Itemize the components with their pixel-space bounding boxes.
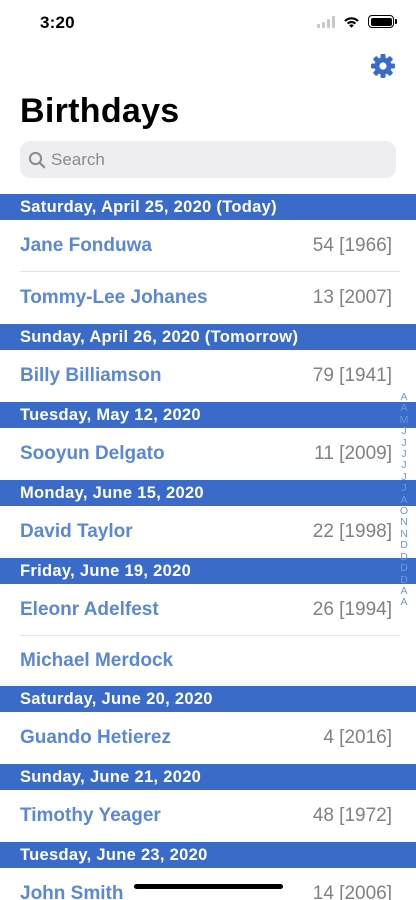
person-age: 48 [1972] [312,805,392,826]
list-item[interactable]: Eleonr Adelfest 26 [1994] [0,584,416,636]
person-age: 54 [1966] [312,235,392,256]
list-item[interactable]: Sooyun Delgato 11 [2009] [0,428,416,480]
person-age: 11 [2009] [314,443,392,464]
section-header: Saturday, June 20, 2020 [0,686,416,712]
list-item[interactable]: Jane Fonduwa 54 [1966] [0,220,416,272]
section-header: Friday, June 19, 2020 [0,558,416,584]
wifi-icon [344,16,359,28]
list-item[interactable]: Billy Billiamson 79 [1941] [0,350,416,402]
section-header: Saturday, April 25, 2020 (Today) [0,194,416,220]
person-age: 14 [2006] [312,883,392,900]
search-bar[interactable] [20,141,396,178]
gear-icon [371,54,395,78]
index-letter[interactable]: J [401,482,406,494]
list-item[interactable]: Timothy Yeager 48 [1972] [0,790,416,842]
battery-icon [368,15,397,28]
list-item[interactable]: Michael Merdock [0,636,416,686]
person-name: Billy Billiamson [20,365,162,386]
section-header: Tuesday, May 12, 2020 [0,402,416,428]
index-letter[interactable]: J [401,425,406,437]
index-letter[interactable]: A [400,596,407,608]
status-bar: 3:20 [0,0,416,46]
status-time: 3:20 [40,13,75,32]
home-indicator [134,884,283,889]
settings-button[interactable] [370,53,396,79]
person-age: 13 [2007] [312,287,392,308]
section-header: Sunday, April 26, 2020 (Tomorrow) [0,324,416,350]
search-icon [28,151,46,168]
person-name: Timothy Yeager [20,805,161,826]
person-name: David Taylor [20,521,133,542]
person-name: Jane Fonduwa [20,235,152,256]
person-name: Michael Merdock [20,650,174,671]
index-letter[interactable]: D [400,539,408,551]
person-name: Tommy-Lee Johanes [20,287,208,308]
person-name: Eleonr Adelfest [20,599,159,620]
person-age: 4 [2016] [323,727,392,748]
list-item[interactable]: David Taylor 22 [1998] [0,506,416,558]
person-name: John Smith [20,883,124,900]
section-index-bar[interactable]: A A M J J J J J J A O N N D D D D A A [396,391,412,609]
cellular-signal-icon [317,15,335,28]
person-age: 26 [1994] [312,599,392,620]
list-item[interactable]: Guando Hetierez 4 [2016] [0,712,416,764]
index-letter[interactable]: D [400,562,408,574]
page-title: Birthdays [20,92,180,130]
search-input[interactable] [51,149,371,170]
section-header: Tuesday, June 23, 2020 [0,842,416,868]
person-age: 79 [1941] [312,365,392,386]
birthday-list[interactable]: Saturday, April 25, 2020 (Today) Jane Fo… [0,194,416,900]
person-age: 22 [1998] [312,521,392,542]
person-name: Guando Hetierez [20,727,171,748]
status-icons [317,15,397,28]
section-header: Monday, June 15, 2020 [0,480,416,506]
person-name: Sooyun Delgato [20,443,165,464]
section-header: Sunday, June 21, 2020 [0,764,416,790]
list-item[interactable]: Tommy-Lee Johanes 13 [2007] [0,272,416,324]
